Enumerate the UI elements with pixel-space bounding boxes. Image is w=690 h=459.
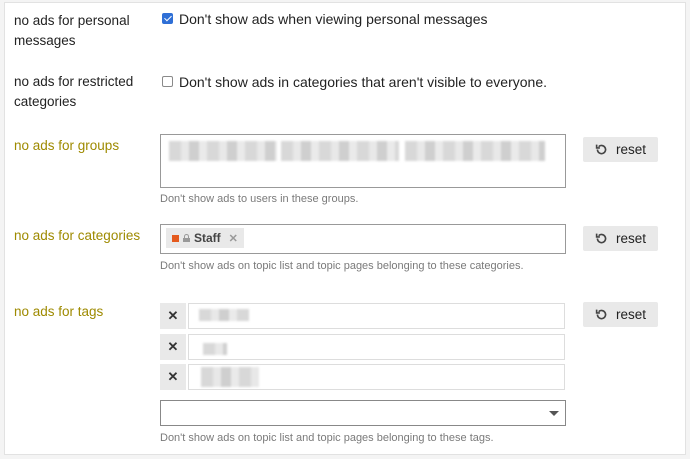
tags-reset-button[interactable]: reset bbox=[583, 302, 658, 327]
reset-label: reset bbox=[615, 142, 646, 157]
restricted-categories-setting[interactable]: Don't show ads in categories that aren't… bbox=[162, 73, 547, 91]
group-tag-redacted bbox=[281, 141, 399, 161]
add-tag-select[interactable] bbox=[160, 400, 566, 426]
x-icon: ✕ bbox=[167, 339, 179, 354]
personal-messages-text: Don't show ads when viewing personal mes… bbox=[179, 11, 488, 27]
restricted-categories-text: Don't show ads in categories that aren't… bbox=[179, 74, 547, 90]
category-chip-label: Staff bbox=[194, 231, 221, 245]
tag-redacted bbox=[199, 309, 249, 321]
categories-reset-button[interactable]: reset bbox=[583, 226, 658, 251]
tag-row[interactable] bbox=[188, 303, 565, 329]
tag-redacted bbox=[203, 343, 227, 355]
remove-tag-button[interactable]: ✕ bbox=[160, 364, 186, 390]
category-color-icon bbox=[172, 234, 179, 242]
group-tag-redacted bbox=[405, 141, 545, 161]
label-groups: no ads for groups bbox=[14, 138, 120, 153]
groups-help: Don't show ads to users in these groups. bbox=[160, 193, 359, 205]
x-icon: ✕ bbox=[167, 308, 179, 323]
reset-label: reset bbox=[615, 231, 646, 246]
undo-icon bbox=[595, 233, 607, 244]
categories-help: Don't show ads on topic list and topic p… bbox=[160, 260, 524, 272]
lock-icon bbox=[183, 234, 190, 242]
category-chip[interactable]: Staff ✕ bbox=[166, 228, 244, 248]
personal-messages-checkbox[interactable] bbox=[162, 13, 173, 24]
remove-tag-button[interactable]: ✕ bbox=[160, 334, 186, 360]
undo-icon bbox=[595, 144, 607, 155]
tag-redacted bbox=[201, 367, 259, 387]
x-icon[interactable]: ✕ bbox=[229, 232, 238, 245]
groups-input[interactable] bbox=[160, 134, 566, 188]
caret-down-icon bbox=[549, 411, 559, 416]
group-tag-redacted bbox=[169, 141, 277, 161]
label-tags: no ads for tags bbox=[14, 304, 104, 319]
tags-help: Don't show ads on topic list and topic p… bbox=[160, 432, 494, 444]
tag-row[interactable] bbox=[188, 334, 565, 360]
restricted-categories-checkbox[interactable] bbox=[162, 76, 173, 87]
personal-messages-setting[interactable]: Don't show ads when viewing personal mes… bbox=[162, 10, 488, 28]
remove-tag-button[interactable]: ✕ bbox=[160, 303, 186, 329]
x-icon: ✕ bbox=[167, 369, 179, 384]
groups-reset-button[interactable]: reset bbox=[583, 137, 658, 162]
label-personal-messages: no ads for personal messages bbox=[14, 13, 130, 48]
tag-row[interactable] bbox=[188, 364, 565, 390]
label-restricted-categories: no ads for restricted categories bbox=[14, 74, 134, 109]
reset-label: reset bbox=[615, 307, 646, 322]
label-categories: no ads for categories bbox=[14, 228, 141, 243]
undo-icon bbox=[595, 309, 607, 320]
